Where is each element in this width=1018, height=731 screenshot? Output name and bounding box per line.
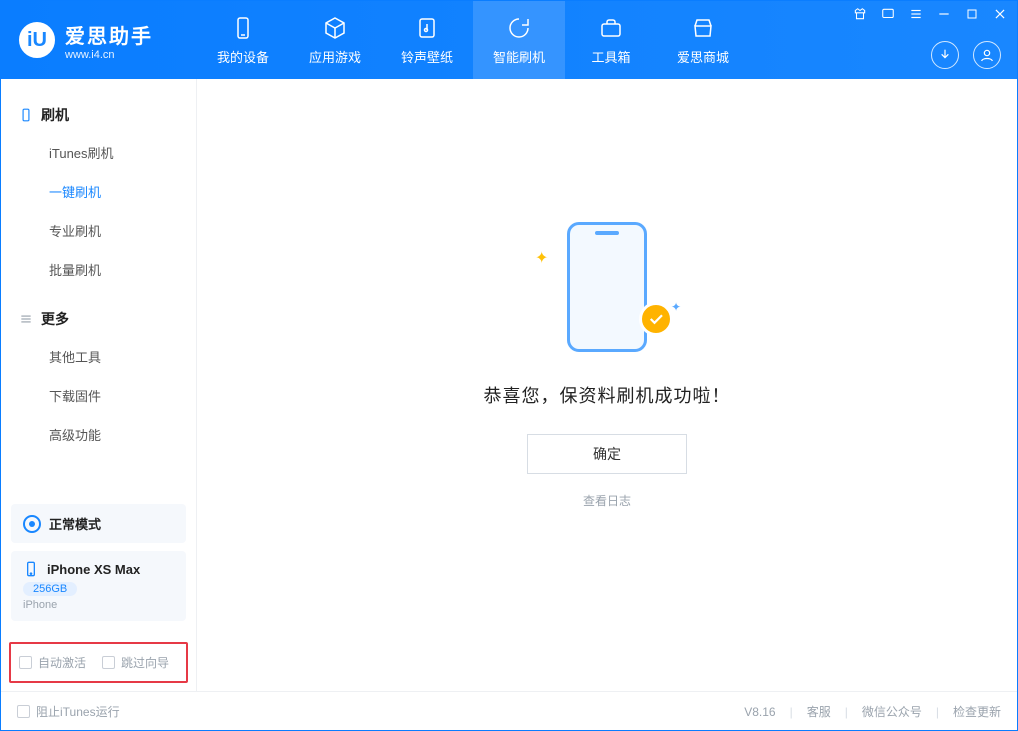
app-header: iU 爱思助手 www.i4.cn 我的设备 应用游戏 铃声壁纸 智能刷机 工具… <box>1 1 1017 79</box>
checkbox-label: 阻止iTunes运行 <box>36 703 120 720</box>
footer-link-support[interactable]: 客服 <box>807 703 831 720</box>
sparkle-icon: ✦ <box>535 248 548 268</box>
sidebar-item-itunes-flash[interactable]: iTunes刷机 <box>1 133 196 172</box>
logo-text: 爱思助手 www.i4.cn <box>65 20 153 61</box>
sidebar-item-batch-flash[interactable]: 批量刷机 <box>1 250 196 289</box>
checkbox-icon <box>19 656 32 669</box>
checkbox-label: 自动激活 <box>38 654 86 671</box>
separator: | <box>790 705 793 719</box>
phone-outline-icon <box>567 222 647 352</box>
capacity-badge: 256GB <box>23 582 77 596</box>
device-name-label: iPhone XS Max <box>47 562 140 577</box>
view-log-link[interactable]: 查看日志 <box>583 492 631 509</box>
mode-indicator-icon <box>23 515 41 533</box>
section-label: 更多 <box>41 309 69 329</box>
account-button[interactable] <box>973 41 1001 69</box>
phone-icon <box>23 561 39 577</box>
sidebar: 刷机 iTunes刷机 一键刷机 专业刷机 批量刷机 更多 其他工具 下载固件 … <box>1 79 197 691</box>
checkbox-skip-guide[interactable]: 跳过向导 <box>102 654 169 671</box>
nav-toolbox[interactable]: 工具箱 <box>565 1 657 79</box>
bottom-options: 自动激活 跳过向导 <box>9 642 188 683</box>
device-panel: 正常模式 iPhone XS Max 256GB iPhone <box>11 496 186 621</box>
header-actions <box>931 41 1001 69</box>
top-nav: 我的设备 应用游戏 铃声壁纸 智能刷机 工具箱 爱思商城 <box>197 1 749 79</box>
cube-icon <box>322 15 348 41</box>
feedback-icon[interactable] <box>879 5 897 23</box>
minimize-icon[interactable] <box>935 5 953 23</box>
app-url: www.i4.cn <box>65 49 153 61</box>
logo[interactable]: iU 爱思助手 www.i4.cn <box>1 20 197 61</box>
close-icon[interactable] <box>991 5 1009 23</box>
success-message: 恭喜您，保资料刷机成功啦！ <box>484 382 731 408</box>
nav-label: 智能刷机 <box>493 47 545 66</box>
download-button[interactable] <box>931 41 959 69</box>
section-label: 刷机 <box>41 105 69 125</box>
status-bar: 阻止iTunes运行 V8.16 | 客服 | 微信公众号 | 检查更新 <box>1 691 1017 731</box>
store-icon <box>690 15 716 41</box>
nav-label: 应用游戏 <box>309 47 361 66</box>
nav-ringtone[interactable]: 铃声壁纸 <box>381 1 473 79</box>
footer-link-update[interactable]: 检查更新 <box>953 703 1001 720</box>
window-controls <box>851 5 1009 23</box>
checkbox-label: 跳过向导 <box>121 654 169 671</box>
nav-flash[interactable]: 智能刷机 <box>473 1 565 79</box>
ok-button[interactable]: 确定 <box>527 434 687 474</box>
skin-icon[interactable] <box>851 5 869 23</box>
main-content: ✦ ✦ 恭喜您，保资料刷机成功啦！ 确定 查看日志 <box>197 79 1017 691</box>
menu-icon[interactable] <box>907 5 925 23</box>
sidebar-item-advanced[interactable]: 高级功能 <box>1 415 196 454</box>
device-icon <box>230 15 256 41</box>
app-body: 刷机 iTunes刷机 一键刷机 专业刷机 批量刷机 更多 其他工具 下载固件 … <box>1 79 1017 691</box>
checkbox-auto-activate[interactable]: 自动激活 <box>19 654 86 671</box>
success-check-icon <box>639 302 673 336</box>
mode-label: 正常模式 <box>49 514 101 533</box>
nav-apps[interactable]: 应用游戏 <box>289 1 381 79</box>
nav-label: 爱思商城 <box>677 47 729 66</box>
sidebar-item-pro-flash[interactable]: 专业刷机 <box>1 211 196 250</box>
sparkle-icon: ✦ <box>671 300 681 314</box>
separator: | <box>845 705 848 719</box>
checkbox-icon <box>102 656 115 669</box>
logo-icon: iU <box>19 22 55 58</box>
nav-label: 工具箱 <box>591 47 630 66</box>
music-icon <box>414 15 440 41</box>
nav-label: 铃声壁纸 <box>401 47 453 66</box>
sidebar-section-more: 更多 <box>1 301 196 337</box>
mode-card[interactable]: 正常模式 <box>11 504 186 543</box>
sidebar-item-other-tools[interactable]: 其他工具 <box>1 337 196 376</box>
nav-label: 我的设备 <box>217 47 269 66</box>
nav-my-device[interactable]: 我的设备 <box>197 1 289 79</box>
maximize-icon[interactable] <box>963 5 981 23</box>
device-card[interactable]: iPhone XS Max 256GB iPhone <box>11 551 186 621</box>
checkbox-block-itunes[interactable]: 阻止iTunes运行 <box>17 703 120 720</box>
checkbox-icon <box>17 705 30 718</box>
nav-store[interactable]: 爱思商城 <box>657 1 749 79</box>
footer-link-wechat[interactable]: 微信公众号 <box>862 703 922 720</box>
refresh-icon <box>506 15 532 41</box>
separator: | <box>936 705 939 719</box>
device-type-label: iPhone <box>23 599 174 611</box>
app-title: 爱思助手 <box>65 20 153 49</box>
success-illustration: ✦ ✦ <box>547 222 667 362</box>
toolbox-icon <box>598 15 624 41</box>
version-label: V8.16 <box>744 705 775 719</box>
sidebar-section-flash: 刷机 <box>1 97 196 133</box>
sidebar-item-oneclick-flash[interactable]: 一键刷机 <box>1 172 196 211</box>
sidebar-item-download-fw[interactable]: 下载固件 <box>1 376 196 415</box>
